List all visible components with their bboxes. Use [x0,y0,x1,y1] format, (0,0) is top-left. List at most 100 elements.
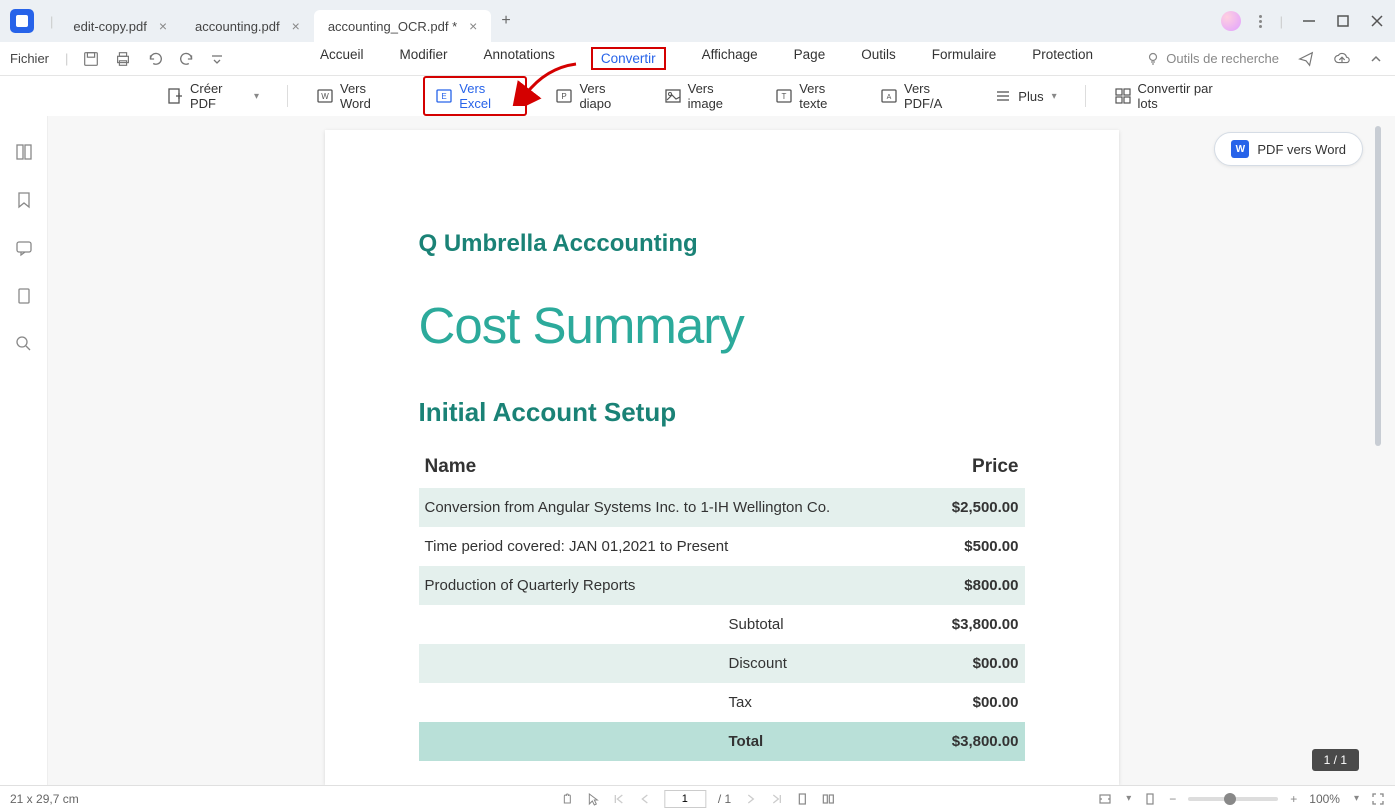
zoom-out-button[interactable]: − [1169,792,1176,806]
to-text-label: Vers texte [799,81,852,111]
app-logo[interactable] [10,9,34,33]
to-excel-button[interactable]: E Vers Excel [423,76,527,116]
table-row: Time period covered: JAN 01,2021 to Pres… [419,527,1025,566]
cell-name: Time period covered: JAN 01,2021 to Pres… [419,527,929,566]
close-icon[interactable]: × [159,18,167,34]
th-price: Price [928,446,1024,488]
excel-icon: E [435,87,453,105]
qat-dropdown-icon[interactable] [210,50,224,68]
zoom-slider[interactable] [1188,797,1278,801]
to-word-label: Vers Word [340,81,395,111]
menu-convertir[interactable]: Convertir [591,47,666,70]
pdf-to-word-pill[interactable]: W PDF vers Word [1214,132,1363,166]
last-page-icon[interactable] [769,792,783,806]
svg-text:E: E [442,92,447,101]
doc-company: Q Umbrella Acccounting [419,230,1025,258]
divider [1085,85,1086,107]
send-icon[interactable] [1297,50,1315,68]
chevron-down-icon[interactable]: ▾ [1126,793,1131,804]
maximize-icon[interactable] [1335,13,1351,29]
tab-accounting[interactable]: accounting.pdf × [181,10,314,42]
batch-convert-label: Convertir par lots [1138,81,1229,111]
single-page-icon[interactable] [795,792,809,806]
table-row: Conversion from Angular Systems Inc. to … [419,488,1025,527]
zoom-in-button[interactable]: + [1290,792,1297,806]
save-icon[interactable] [82,50,100,68]
file-menu[interactable]: Fichier [10,51,49,66]
summary-row: Tax $00.00 [419,683,1025,722]
attachment-icon[interactable] [14,286,34,306]
menu-outils[interactable]: Outils [861,47,896,70]
more-menu-icon[interactable] [1259,15,1262,28]
fit-width-icon[interactable] [1098,792,1112,806]
select-tool-icon[interactable] [586,792,600,806]
menu-affichage[interactable]: Affichage [702,47,758,70]
search-tools[interactable]: Outils de recherche [1146,51,1279,66]
cost-table: Name Price Conversion from Angular Syste… [419,446,1025,761]
prev-page-icon[interactable] [638,792,652,806]
menu-annotations[interactable]: Annotations [484,47,555,70]
close-icon[interactable]: × [469,18,477,34]
bookmark-icon[interactable] [14,190,34,210]
thumbnail-icon[interactable] [14,142,34,162]
new-tab-button[interactable]: + [501,12,510,30]
two-page-icon[interactable] [821,792,835,806]
close-icon[interactable] [1369,13,1385,29]
cloud-icon[interactable] [1333,50,1351,68]
summary-value: $3,800.00 [928,722,1024,761]
scrollbar[interactable] [1375,126,1381,446]
redo-icon[interactable] [178,50,196,68]
menu-protection[interactable]: Protection [1032,47,1093,70]
close-icon[interactable]: × [292,18,300,34]
next-page-icon[interactable] [743,792,757,806]
text-icon: T [775,87,793,105]
to-image-button[interactable]: Vers image [664,81,748,111]
menu-modifier[interactable]: Modifier [400,47,448,70]
to-word-button[interactable]: W Vers Word [316,81,395,111]
menu-page[interactable]: Page [794,47,826,70]
tab-accounting-ocr[interactable]: accounting_OCR.pdf * × [314,10,492,42]
zoom-thumb[interactable] [1224,793,1236,805]
search-icon[interactable] [14,334,34,354]
tab-edit-copy[interactable]: edit-copy.pdf × [59,10,181,42]
first-page-icon[interactable] [612,792,626,806]
ribbon-toolbar: Créer PDF ▾ W Vers Word E Vers Excel P V… [0,76,1395,116]
more-label: Plus [1018,89,1043,104]
menu-accueil[interactable]: Accueil [320,47,364,70]
chevron-down-icon[interactable]: ▾ [1354,793,1359,804]
divider: | [1280,14,1283,29]
document-viewport[interactable]: Q Umbrella Acccounting Cost Summary Init… [48,116,1395,785]
tab-label: edit-copy.pdf [73,19,146,34]
pdfa-icon: A [880,87,898,105]
titlebar: | edit-copy.pdf × accounting.pdf × accou… [0,0,1395,42]
fullscreen-icon[interactable] [1371,792,1385,806]
chevron-down-icon: ▾ [1052,91,1057,102]
svg-text:P: P [562,92,567,101]
to-slides-button[interactable]: P Vers diapo [555,81,635,111]
batch-convert-button[interactable]: Convertir par lots [1114,81,1229,111]
hand-tool-icon[interactable] [560,792,574,806]
print-icon[interactable] [114,50,132,68]
menu-formulaire[interactable]: Formulaire [932,47,997,70]
page-indicator: 1 / 1 [1312,749,1359,771]
summary-label: Total [419,722,929,761]
create-pdf-button[interactable]: Créer PDF ▾ [166,81,259,111]
undo-icon[interactable] [146,50,164,68]
statusbar: 21 x 29,7 cm / 1 ▾ − + 100% ▾ [0,785,1395,811]
collapse-ribbon-icon[interactable] [1369,50,1383,68]
page-dimensions: 21 x 29,7 cm [10,792,79,806]
page-input[interactable] [664,790,706,808]
more-button[interactable]: Plus ▾ [994,87,1056,105]
to-text-button[interactable]: T Vers texte [775,81,852,111]
page-total: / 1 [718,792,731,806]
to-excel-label: Vers Excel [459,81,515,111]
minimize-icon[interactable] [1301,13,1317,29]
to-pdfa-label: Vers PDF/A [904,81,966,111]
svg-text:A: A [887,94,892,101]
batch-icon [1114,87,1132,105]
comment-icon[interactable] [14,238,34,258]
to-pdfa-button[interactable]: A Vers PDF/A [880,81,966,111]
doc-title: Cost Summary [419,296,1025,355]
avatar[interactable] [1221,11,1241,31]
fit-page-icon[interactable] [1143,792,1157,806]
